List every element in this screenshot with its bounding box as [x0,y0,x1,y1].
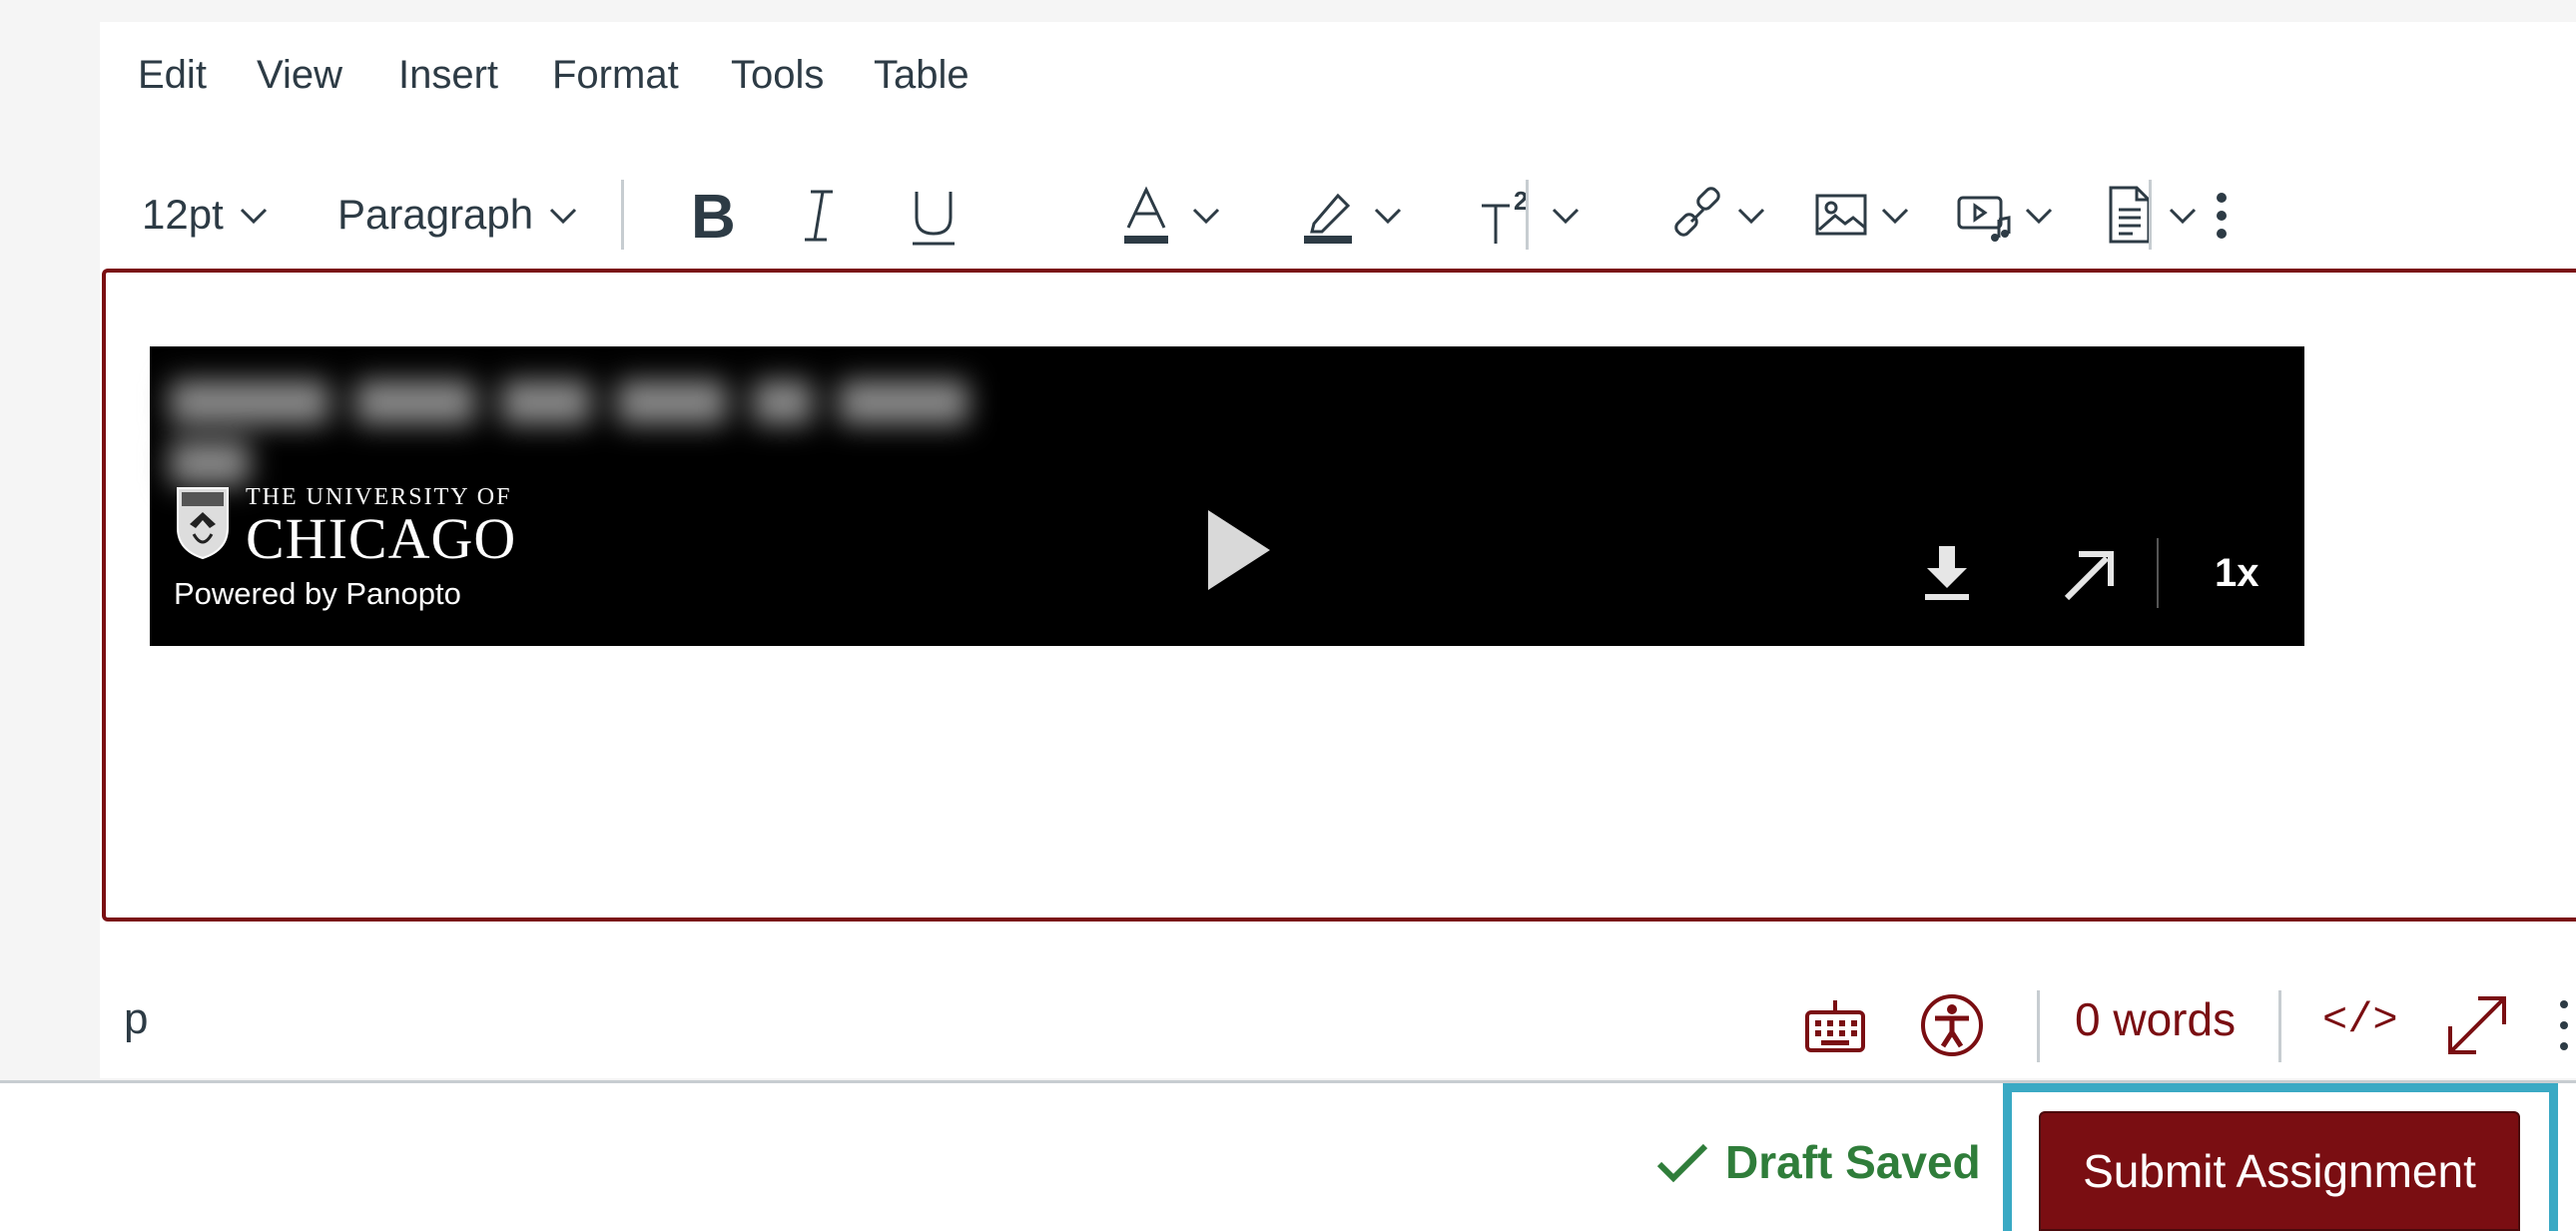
highlight-button[interactable] [1298,152,1408,278]
underline-icon [913,192,955,246]
submit-assignment-button[interactable]: Submit Assignment [2039,1111,2520,1231]
element-path[interactable]: p [124,994,148,1044]
more-vertical-icon [2217,193,2227,239]
accessibility-checker-icon[interactable] [1919,992,1985,1058]
chevron-down-icon [1881,208,1909,225]
italic-icon [805,190,833,242]
menu-format[interactable]: Format [552,50,679,100]
underline-button[interactable] [899,152,968,278]
more-options-button[interactable] [2207,152,2237,278]
image-button[interactable] [1811,152,1915,278]
highlight-icon [1304,193,1352,244]
link-button[interactable] [1667,152,1771,278]
draft-status: Draft Saved [1655,1135,1981,1189]
menu-insert[interactable]: Insert [398,50,498,100]
statusbar-divider [2278,990,2281,1062]
panopto-video-embed[interactable]: THE UNIVERSITY OF CHICAGO Powered by Pan… [150,346,2304,646]
editor-statusbar: p 0 words </> [100,960,2576,1090]
editor-toolbar: 12pt Paragraph B 2 [100,152,2576,278]
checkmark-icon [1656,1143,1708,1183]
editor-content-area[interactable]: THE UNIVERSITY OF CHICAGO Powered by Pan… [102,269,2576,922]
text-color-icon [1124,186,1168,244]
university-logo: THE UNIVERSITY OF CHICAGO [174,484,517,571]
html-editor-toggle[interactable]: </> [2322,996,2398,1044]
chevron-down-icon [240,208,267,225]
chevron-down-icon [2025,208,2053,225]
editor-menubar: Edit View Insert Format Tools Table [100,22,2576,132]
menu-view[interactable]: View [257,50,342,100]
menu-table[interactable]: Table [874,50,969,100]
chevron-down-icon [2169,208,2197,225]
chevron-down-icon [1192,208,1220,225]
toolbar-divider [2149,180,2152,250]
block-format-value: Paragraph [337,191,534,238]
toolbar-divider [1526,180,1529,250]
superscript-icon: 2 [1482,186,1528,244]
block-format-dropdown[interactable]: Paragraph [337,152,583,278]
draft-status-label: Draft Saved [1725,1136,1981,1188]
video-control-divider [2157,538,2159,608]
italic-button[interactable] [789,152,849,278]
text-color-button[interactable] [1116,152,1226,278]
play-icon[interactable] [1204,508,1274,592]
link-icon [1674,187,1720,237]
media-icon [1957,196,2011,242]
download-icon[interactable] [1917,538,1977,608]
image-icon [1815,194,1867,236]
fullscreen-icon[interactable] [2442,990,2512,1060]
font-size-dropdown[interactable]: 12pt [142,152,274,278]
menu-tools[interactable]: Tools [731,50,824,100]
chevron-down-icon [1552,208,1580,225]
playback-speed-button[interactable]: 1x [2215,551,2259,596]
rich-content-editor: Edit View Insert Format Tools Table 12pt… [100,22,2576,1078]
logo-line2: CHICAGO [246,506,517,571]
university-crest-icon [177,487,229,560]
word-count[interactable]: 0 words [2075,992,2236,1046]
submission-footer: Draft Saved Submit Assignment [0,1080,2576,1231]
font-size-value: 12pt [142,191,224,238]
media-button[interactable] [1955,152,2059,278]
chevron-down-icon [1374,208,1402,225]
toolbar-divider [621,180,624,250]
superscript-button[interactable]: 2 [1476,152,1586,278]
more-vertical-icon[interactable] [2554,992,2574,1058]
bold-icon: B [691,183,736,250]
bold-button[interactable]: B [679,152,749,278]
powered-by-label: Powered by Panopto [174,576,461,611]
open-external-icon[interactable] [2057,538,2117,608]
chevron-down-icon [1737,208,1765,225]
statusbar-divider [2037,990,2040,1062]
keyboard-shortcuts-icon[interactable] [1803,996,1867,1056]
video-title-blurred [170,368,1018,485]
chevron-down-icon [550,208,577,225]
svg-text:B: B [691,183,736,250]
menu-edit[interactable]: Edit [138,50,207,100]
